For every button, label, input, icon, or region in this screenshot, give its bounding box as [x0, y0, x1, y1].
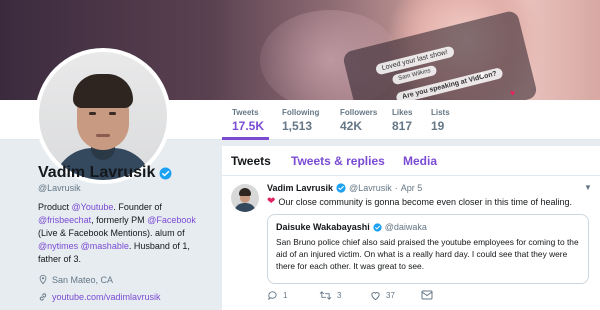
location-pin-icon — [39, 274, 47, 285]
tweet-text: ❤ Our close community is gonna become ev… — [267, 196, 573, 207]
stat-followers[interactable]: Followers 42K — [340, 108, 377, 133]
tweet-avatar[interactable] — [231, 184, 259, 212]
profile-url[interactable]: youtube.com/vadimlavrusik — [38, 292, 161, 302]
profile-location: San Mateo, CA — [38, 274, 113, 285]
stat-value: 17.5K — [232, 119, 265, 133]
banner-heart-icon: ♥ — [510, 88, 516, 98]
stat-likes[interactable]: Likes 817 — [392, 108, 412, 133]
heart-outline-icon — [371, 292, 380, 301]
share-dm-button[interactable] — [421, 290, 438, 300]
verified-badge-icon — [373, 222, 382, 232]
retweet-icon — [319, 291, 332, 300]
like-button[interactable]: 37 — [370, 290, 395, 301]
tweet-author-handle[interactable]: @Lavrusik — [349, 183, 392, 193]
verified-badge-icon — [336, 183, 346, 193]
bio-link-facebook[interactable]: @Facebook — [147, 215, 196, 225]
tweet-header: Vadim Lavrusik @Lavrusik · Apr 5 — [267, 183, 422, 193]
quoted-author-handle: @daiwaka — [384, 222, 427, 232]
stat-label: Following — [282, 108, 320, 117]
stat-value: 19 — [431, 119, 445, 133]
profile-handle[interactable]: @Lavrusik — [38, 183, 81, 193]
profile-name-row: Vadim Lavrusik — [38, 164, 172, 182]
stat-lists[interactable]: Lists 19 — [431, 108, 450, 133]
tweet[interactable]: Vadim Lavrusik @Lavrusik · Apr 5 ▼ ❤ Our… — [222, 177, 600, 310]
timeline: Tweets Tweets & replies Media Vadim Lavr… — [222, 146, 600, 310]
bio-link-mashable[interactable]: @mashable — [81, 241, 129, 251]
profile-bio: Product @Youtube. Founder of @frisbeecha… — [38, 202, 196, 264]
quoted-author-name: Daisuke Wakabayashi — [276, 222, 370, 232]
stat-value: 1,513 — [282, 119, 313, 133]
active-stat-underline — [222, 137, 269, 140]
stat-label: Likes — [392, 108, 413, 117]
bio-link-youtube[interactable]: @Youtube — [72, 202, 114, 212]
reply-count: 1 — [283, 291, 288, 300]
tweet-separator: · — [394, 183, 398, 193]
stat-value: 42K — [340, 119, 363, 133]
quoted-tweet-text: San Bruno police chief also said praised… — [276, 237, 579, 271]
retweet-button[interactable]: 3 — [319, 290, 341, 301]
stat-label: Lists — [431, 108, 450, 117]
link-icon — [39, 293, 47, 301]
timeline-tabs: Tweets Tweets & replies Media — [222, 146, 600, 176]
tab-media[interactable]: Media — [403, 154, 437, 168]
tab-tweets[interactable]: Tweets — [231, 154, 271, 168]
reply-button[interactable]: 1 — [267, 290, 287, 301]
reply-icon — [268, 291, 277, 301]
verified-badge-icon — [159, 167, 172, 179]
tweet-actions: 1 3 37 — [267, 290, 597, 304]
bio-link-nytimes[interactable]: @nytimes — [38, 241, 78, 251]
envelope-icon — [421, 290, 433, 300]
tab-tweets-replies[interactable]: Tweets & replies — [291, 154, 385, 168]
profile-sidebar: Vadim Lavrusik @Lavrusik Product @Youtub… — [0, 141, 210, 310]
profile-name[interactable]: Vadim Lavrusik — [38, 164, 155, 182]
tweet-date[interactable]: Apr 5 — [401, 183, 423, 193]
chevron-down-icon[interactable]: ▼ — [584, 183, 592, 192]
quoted-tweet-header: Daisuke Wakabayashi @daiwaka — [276, 222, 427, 232]
stat-tweets[interactable]: Tweets 17.5K — [232, 108, 264, 133]
quoted-tweet[interactable]: Daisuke Wakabayashi @daiwaka San Bruno p… — [267, 214, 589, 284]
stat-following[interactable]: Following 1,513 — [282, 108, 319, 133]
like-count: 37 — [386, 291, 395, 300]
tweet-author-name[interactable]: Vadim Lavrusik — [267, 183, 333, 193]
retweet-count: 3 — [337, 291, 342, 300]
heart-emoji-icon: ❤ — [267, 196, 276, 207]
stat-label: Followers — [340, 108, 378, 117]
banner-heart-icon: ♥ — [480, 72, 485, 79]
bio-link-frisbeechat[interactable]: @frisbeechat — [38, 215, 91, 225]
stat-value: 817 — [392, 119, 413, 133]
stat-label: Tweets — [232, 108, 259, 117]
